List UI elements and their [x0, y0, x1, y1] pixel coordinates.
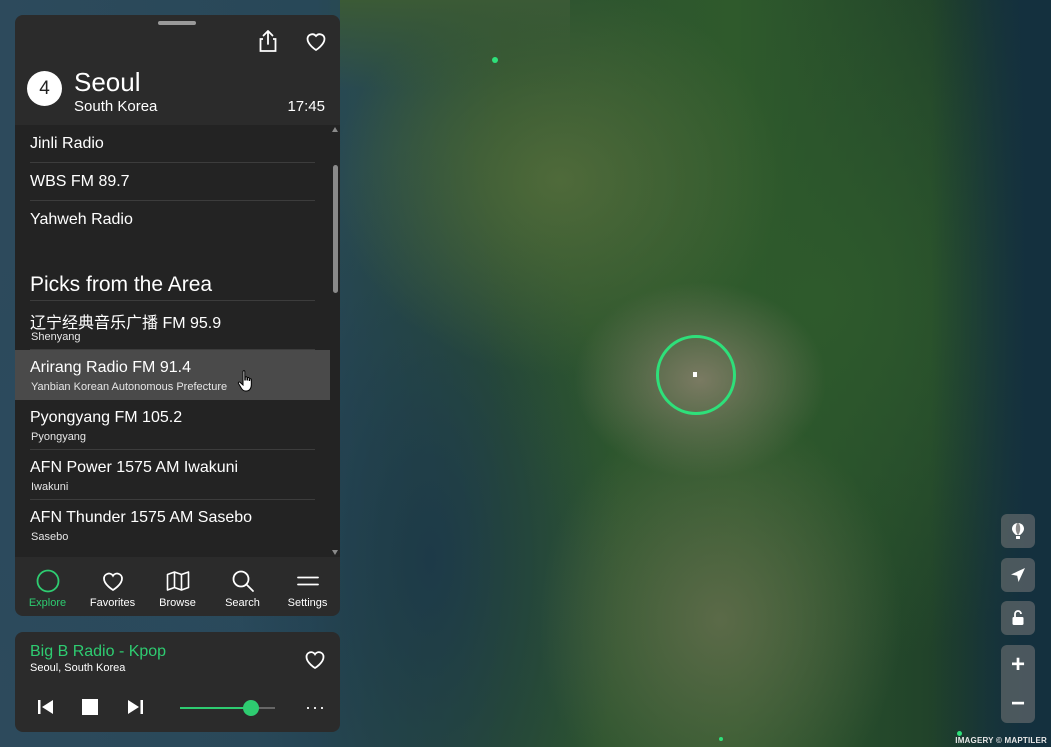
nav-favorites[interactable]: Favorites: [80, 557, 145, 616]
place-country: South Korea: [74, 98, 158, 115]
scroll-up-arrow[interactable]: [332, 127, 338, 132]
bottom-navigation: Explore Favorites Browse Search Settings: [15, 557, 340, 616]
nav-search[interactable]: Search: [210, 557, 275, 616]
map-sea: [931, 0, 1051, 747]
station-name: AFN Thunder 1575 AM Sasebo: [30, 509, 253, 526]
balloon-button[interactable]: [1001, 514, 1035, 548]
station-name: Arirang Radio FM 91.4: [30, 359, 191, 376]
station-location: Pyongyang: [31, 431, 87, 443]
search-icon: [232, 570, 254, 592]
navigation-arrow-icon: [1011, 568, 1025, 582]
list-item[interactable]: WBS FM 89.7: [15, 163, 330, 201]
list-item[interactable]: 辽宁经典音乐广播 FM 95.9 Shenyang: [15, 301, 330, 350]
station-name: 辽宁经典音乐广播 FM 95.9: [30, 315, 222, 332]
station-dot[interactable]: [719, 737, 723, 741]
now-playing-player: Big B Radio - Kpop Seoul, South Korea ··…: [15, 632, 340, 732]
more-options-button[interactable]: ···: [305, 697, 326, 718]
station-location: Sasebo: [31, 531, 69, 543]
volume-slider[interactable]: [180, 700, 275, 716]
list-item[interactable]: Jinli Radio: [15, 125, 330, 163]
zoom-in-button[interactable]: +: [1001, 645, 1035, 684]
favorite-place-button[interactable]: [303, 28, 329, 54]
station-name: WBS FM 89.7: [30, 173, 130, 190]
local-time: 17:45: [287, 98, 325, 115]
nav-label: Settings: [287, 597, 328, 609]
section-title: Picks from the Area: [30, 273, 213, 296]
nav-label: Search: [225, 597, 260, 609]
station-list[interactable]: Jinli Radio WBS FM 89.7 Yahweh Radio Pic…: [15, 125, 340, 557]
now-playing-location: Seoul, South Korea: [30, 662, 126, 674]
next-icon[interactable]: [124, 696, 146, 718]
hot-air-balloon-icon: [1012, 523, 1024, 539]
explore-circle-icon: [36, 569, 59, 593]
station-panel: 4 Seoul South Korea 17:45 Jinli Radio WB…: [15, 15, 340, 616]
panel-header: 4 Seoul South Korea 17:45: [15, 15, 340, 125]
station-dot[interactable]: [492, 57, 498, 63]
current-location-marker: [693, 372, 697, 377]
previous-icon[interactable]: [35, 696, 57, 718]
list-item[interactable]: Pyongyang FM 105.2 Pyongyang: [15, 400, 330, 450]
nav-explore[interactable]: Explore: [15, 557, 80, 616]
heart-icon: [306, 33, 326, 52]
place-title: Seoul: [74, 67, 141, 97]
zoom-controls: + −: [1001, 645, 1035, 723]
nav-label: Browse: [159, 597, 196, 609]
station-name: AFN Power 1575 AM Iwakuni: [30, 459, 239, 476]
station-location: Yanbian Korean Autonomous Prefecture: [31, 381, 228, 393]
station-location: Shenyang: [31, 331, 81, 343]
station-location: Iwakuni: [31, 481, 69, 493]
now-playing-station[interactable]: Big B Radio - Kpop: [30, 643, 166, 661]
hand-cursor-icon: [237, 370, 252, 392]
heart-icon: [102, 572, 123, 592]
map-icon: [166, 571, 189, 591]
station-name: Yahweh Radio: [30, 211, 133, 228]
station-name: Jinli Radio: [30, 135, 104, 152]
lock-map-button[interactable]: [1001, 601, 1035, 635]
locate-me-button[interactable]: [1001, 558, 1035, 592]
list-item[interactable]: AFN Power 1575 AM Iwakuni Iwakuni: [15, 450, 330, 500]
nav-settings[interactable]: Settings: [275, 557, 340, 616]
volume-thumb[interactable]: [243, 700, 260, 716]
place-count-badge: 4: [27, 71, 62, 106]
volume-fill: [180, 707, 252, 709]
stop-icon[interactable]: [79, 696, 101, 718]
map-terrain: [340, 0, 570, 90]
share-button[interactable]: [255, 28, 281, 54]
nav-browse[interactable]: Browse: [145, 557, 210, 616]
list-item[interactable]: AFN Thunder 1575 AM Sasebo Sasebo: [15, 500, 330, 550]
map-attribution: IMAGERY © MAPTILER: [955, 736, 1047, 745]
scroll-down-arrow[interactable]: [332, 550, 338, 555]
nav-label: Favorites: [89, 597, 136, 609]
nav-label: Explore: [28, 597, 67, 609]
station-name: Pyongyang FM 105.2: [30, 409, 183, 426]
scroll-thumb[interactable]: [333, 165, 338, 293]
unlock-icon: [1012, 610, 1024, 625]
heart-icon[interactable]: [303, 647, 327, 671]
drag-handle[interactable]: [158, 21, 196, 25]
share-icon: [259, 30, 277, 52]
list-item[interactable]: Yahweh Radio: [15, 201, 330, 239]
settings-lines-icon: [296, 576, 319, 586]
list-item[interactable]: Arirang Radio FM 91.4 Yanbian Korean Aut…: [15, 350, 330, 400]
zoom-out-button[interactable]: −: [1001, 684, 1035, 723]
list-scrollbar[interactable]: [330, 125, 340, 557]
